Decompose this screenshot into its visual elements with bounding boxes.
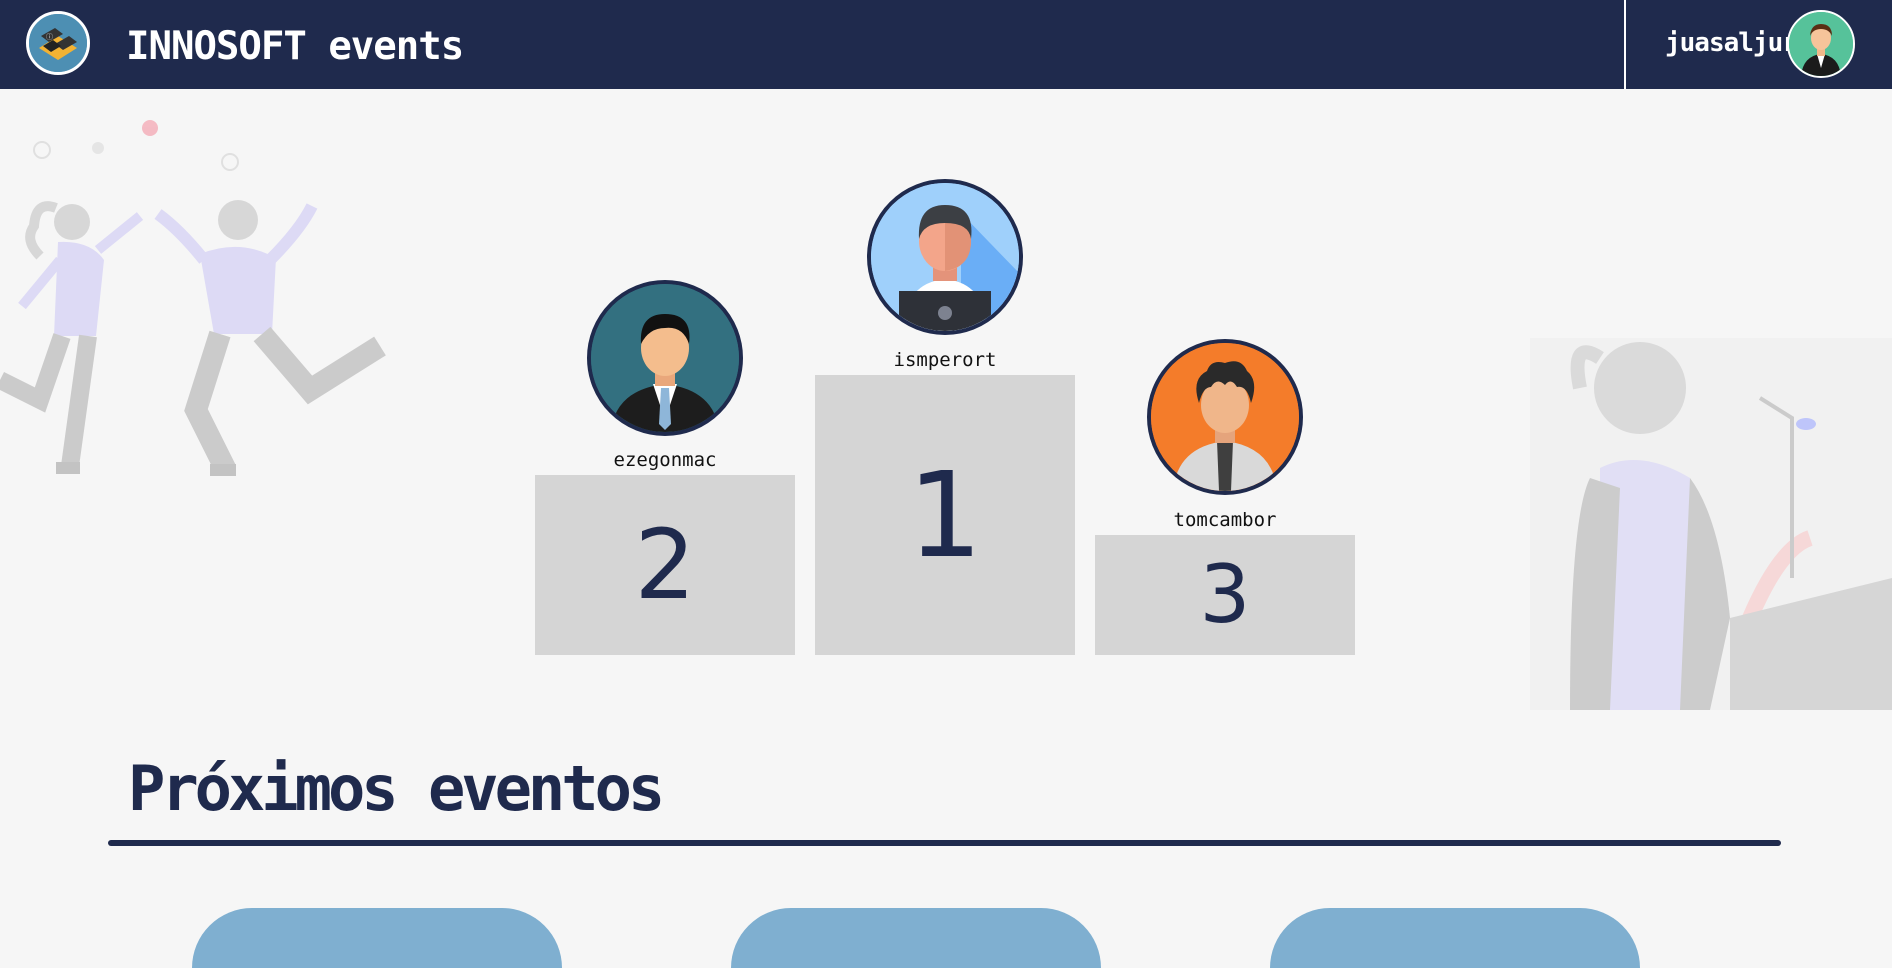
event-card[interactable] — [192, 908, 562, 968]
podium-rank-second: 2 — [634, 509, 696, 621]
podium-block-second: 2 — [535, 475, 795, 655]
user-avatar-icon[interactable] — [1787, 10, 1855, 78]
upcoming-events-title: Próximos eventos — [128, 752, 665, 825]
section-divider — [108, 840, 1781, 846]
top-navbar: ⓘ INNOSOFT events juasaljur — [0, 0, 1892, 89]
navbar-divider — [1624, 0, 1626, 89]
event-card[interactable] — [731, 908, 1101, 968]
app-title[interactable]: INNOSOFT events — [126, 24, 464, 69]
podium-username-first[interactable]: ismperort — [815, 349, 1075, 371]
celebration-illustration — [0, 120, 386, 476]
podium-avatar-first[interactable] — [867, 179, 1023, 335]
innosoft-logo-icon[interactable]: ⓘ — [26, 11, 90, 75]
podium-avatar-third[interactable] — [1147, 339, 1303, 495]
podium-rank-first: 1 — [907, 446, 983, 584]
svg-text:ⓘ: ⓘ — [46, 33, 53, 41]
podium-block-first: 1 — [815, 375, 1075, 655]
speaker-illustration — [1530, 338, 1892, 710]
podium-rank-third: 3 — [1199, 548, 1251, 641]
podium-avatar-second[interactable] — [587, 280, 743, 436]
event-card[interactable] — [1270, 908, 1640, 968]
podium-username-third[interactable]: tomcambor — [1095, 509, 1355, 531]
current-username[interactable]: juasaljur — [1665, 28, 1798, 58]
podium-block-third: 3 — [1095, 535, 1355, 655]
podium-username-second[interactable]: ezegonmac — [535, 449, 795, 471]
